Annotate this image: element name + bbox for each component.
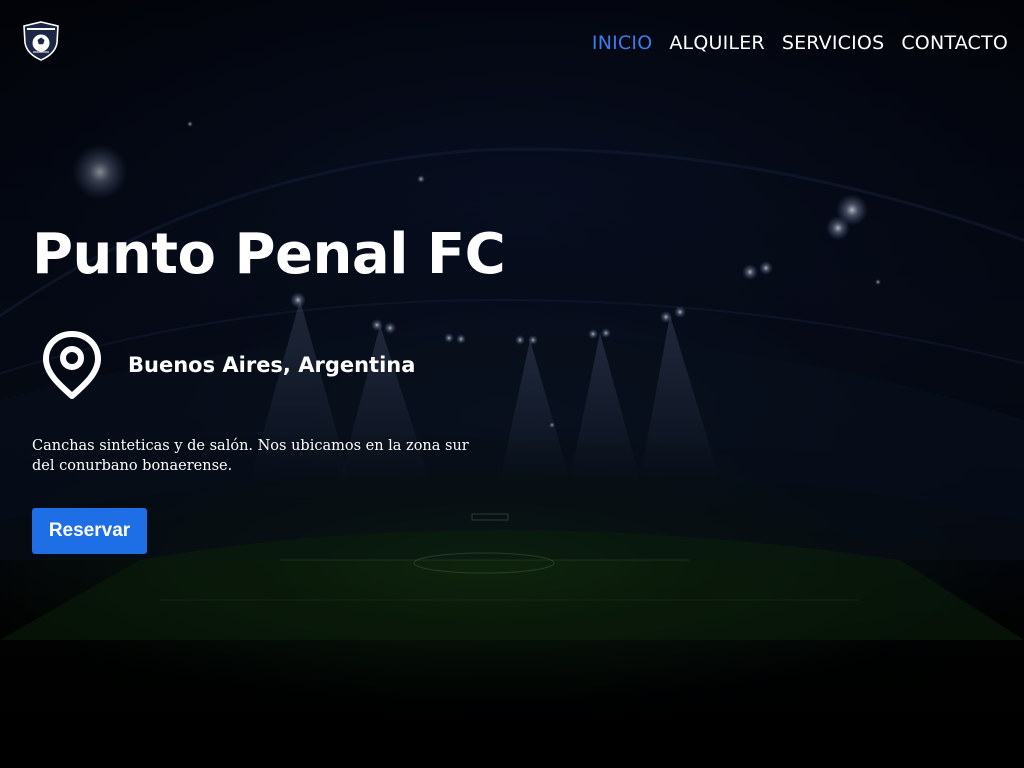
nav-item-alquiler[interactable]: ALQUILER [669,31,764,55]
main-nav: INICIO ALQUILER SERVICIOS CONTACTO [575,31,1008,55]
club-shield-logo[interactable] [22,21,60,61]
reservar-button[interactable]: Reservar [32,508,147,554]
navbar: INICIO ALQUILER SERVICIOS CONTACTO [0,0,1024,86]
page-title: Punto Penal FC [32,222,506,287]
stadium-background [0,0,1024,768]
location-text: Buenos Aires, Argentina [128,353,416,377]
hero-section: INICIO ALQUILER SERVICIOS CONTACTO Punto… [0,0,1024,768]
nav-item-contacto[interactable]: CONTACTO [901,31,1008,55]
nav-item-servicios[interactable]: SERVICIOS [782,31,885,55]
hero-description: Canchas sinteticas y de salón. Nos ubica… [32,438,469,474]
nav-item-inicio[interactable]: INICIO [592,31,652,55]
map-pin-icon [43,331,101,399]
